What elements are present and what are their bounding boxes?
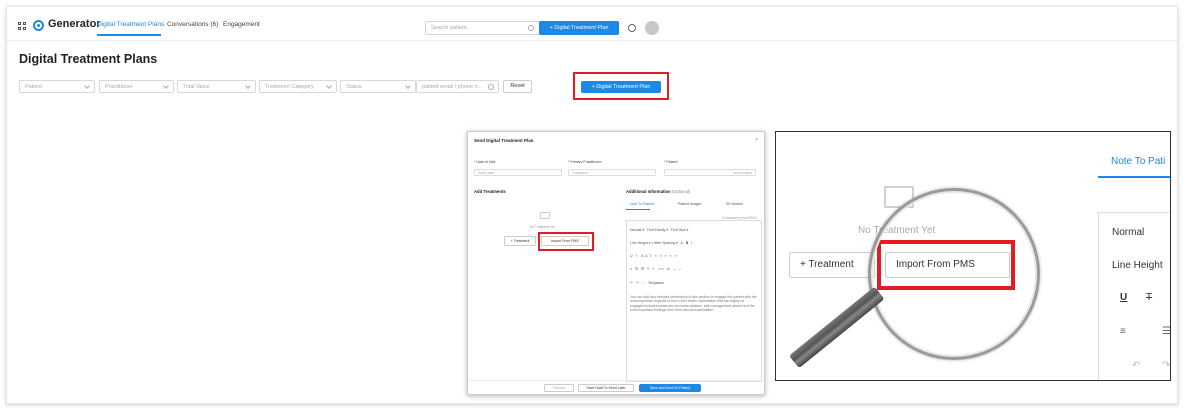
- strikethrough-icon[interactable]: T: [1146, 292, 1152, 303]
- add-treatments-heading: Add Treatments: [474, 189, 506, 194]
- chevron-down-icon: [163, 83, 169, 89]
- search-input[interactable]: Search patient...: [425, 21, 541, 35]
- underline-icon[interactable]: U: [1120, 292, 1127, 303]
- zoom-tab-underline: [1098, 176, 1170, 178]
- redo-icon[interactable]: ↷: [1162, 360, 1170, 371]
- email-search-input[interactable]: patient email / phone n...: [416, 80, 499, 93]
- save-draft-button[interactable]: Save Draft To Send Later: [578, 384, 634, 392]
- send-plan-modal: Send Digital Treatment Plan × * Date of …: [467, 131, 765, 395]
- total-value-filter[interactable]: Total Value: [177, 80, 256, 93]
- undo-icon[interactable]: ↶: [1132, 360, 1140, 371]
- zoom-normal-select[interactable]: Normal: [1112, 227, 1144, 238]
- modal-scrollbar[interactable]: [764, 160, 765, 320]
- search-icon: [488, 84, 494, 90]
- tab-note-to-patient[interactable]: Note To Patient: [630, 202, 654, 206]
- patient-label: * Patient:: [664, 160, 679, 164]
- chevron-down-icon: [326, 83, 332, 89]
- patient-select[interactable]: select patient: [664, 169, 756, 176]
- practitioner-select[interactable]: Practitioner: [568, 169, 656, 176]
- nav-divider: [7, 40, 1177, 41]
- practitioner-placeholder: Practitioner: [572, 171, 589, 175]
- zoom-line-height-select[interactable]: Line Height: [1112, 260, 1163, 271]
- apps-grid-icon[interactable]: [18, 22, 26, 30]
- active-tab-underline: [97, 34, 161, 36]
- date-placeholder: Select date: [478, 171, 494, 175]
- align-icon[interactable]: ≡: [1120, 326, 1126, 337]
- highlight-box: [573, 72, 669, 100]
- screenshot-stage: Generator Digital Treatment Plans Conver…: [0, 0, 1186, 410]
- modal-title: Send Digital Treatment Plan: [474, 138, 534, 143]
- magnifier-lens-icon: [868, 188, 1040, 360]
- preview-button[interactable]: Preview: [544, 384, 574, 392]
- zoom-inset: Note To Pati No Treatment Yet + Treatmen…: [775, 131, 1171, 381]
- tab-conversations[interactable]: Conversations (6): [167, 21, 218, 28]
- search-icon: [528, 25, 534, 31]
- search-placeholder: Search patient...: [431, 25, 472, 31]
- note-body-text[interactable]: You can add any relevant information in …: [630, 295, 758, 313]
- gear-icon[interactable]: [628, 24, 636, 32]
- normal-select[interactable]: Normal: [630, 228, 641, 232]
- save-and-send-button[interactable]: Save and Send To Patient: [639, 384, 701, 392]
- toolbar-row-2: Line Height ▾ Letter Spacing ▾ A B I: [630, 241, 693, 245]
- import-highlight-box: [538, 232, 594, 251]
- treatment-category-filter-label: Treatment Category: [265, 84, 314, 90]
- email-search-placeholder: patient email / phone n...: [422, 84, 483, 90]
- app-window: Generator Digital Treatment Plans Conver…: [6, 6, 1178, 404]
- avatar[interactable]: [645, 21, 659, 35]
- page-title: Digital Treatment Plans: [19, 52, 158, 66]
- inbox-icon: [540, 212, 550, 219]
- close-icon[interactable]: ×: [755, 137, 758, 143]
- patient-filter-label: Patient: [25, 84, 43, 90]
- additional-info-heading: Additional Information (Optional): [626, 189, 690, 194]
- templates-button[interactable]: Templates: [648, 281, 664, 285]
- status-filter[interactable]: Status: [340, 80, 416, 93]
- chevron-down-icon: [405, 83, 411, 89]
- tab-engagement[interactable]: Engagement: [223, 21, 260, 28]
- chevron-down-icon: [245, 83, 251, 89]
- zoom-add-treatment-button[interactable]: + Treatment: [789, 252, 875, 278]
- practitioner-filter[interactable]: Practitioner: [99, 80, 174, 93]
- patient-placeholder: select patient: [733, 171, 752, 175]
- status-filter-label: Status: [346, 84, 362, 90]
- patient-filter[interactable]: Patient: [19, 80, 95, 93]
- font-family-select[interactable]: Font Family: [647, 228, 665, 232]
- letter-spacing-select[interactable]: Letter Spacing: [652, 241, 675, 245]
- tab-patient-images[interactable]: Patient Images: [678, 202, 701, 206]
- logo-icon: [33, 20, 44, 31]
- line-height-select[interactable]: Line Height: [630, 241, 648, 245]
- brand-name: Generator: [48, 18, 101, 30]
- toolbar-row-3: U T A A T ≡ ≡ ≡ ≡ ≡: [630, 254, 677, 258]
- new-plan-button-nav[interactable]: + Digital Treatment Plan: [539, 21, 619, 35]
- tab-3d-models[interactable]: 3D Models: [726, 202, 743, 206]
- tab-digital-treatment-plans[interactable]: Digital Treatment Plans: [97, 21, 164, 28]
- modal-footer: Preview Save Draft To Send Later Save an…: [468, 380, 764, 394]
- list-icon[interactable]: ☰: [1162, 326, 1170, 337]
- chevron-down-icon: [84, 83, 90, 89]
- date-label: * Date of Visit:: [474, 160, 497, 164]
- toolbar-row-5: ↶ ↷ ⛶ Templates: [630, 281, 664, 285]
- practitioner-filter-label: Practitioner: [105, 84, 133, 90]
- zoom-tab-note-to-patient[interactable]: Note To Pati: [1111, 156, 1165, 167]
- additional-info-label: Additional Information: [626, 189, 671, 194]
- treatment-category-filter[interactable]: Treatment Category: [259, 80, 337, 93]
- toolbar-row-4: ≡ ☰ ☰ ❝ ‹› ⊂⊃ ⊘ — ⌕: [630, 267, 682, 271]
- add-treatment-button[interactable]: + Treatment: [504, 236, 536, 246]
- practitioner-label: * Primary Practitioner:: [568, 160, 603, 164]
- empty-state-text: No Treatment Yet: [530, 225, 555, 229]
- optional-label: (Optional): [671, 189, 691, 194]
- total-value-filter-label: Total Value: [183, 84, 210, 90]
- toolbar-row-1: Normal ▾ Font Family ▾ Font Size ▾: [630, 228, 689, 232]
- reset-button[interactable]: Reset: [503, 80, 532, 93]
- font-size-select[interactable]: Font Size: [671, 228, 686, 232]
- modal-tab-underline: [626, 209, 650, 210]
- date-input[interactable]: Select date: [474, 169, 562, 176]
- magnifier-handle-icon: [788, 286, 885, 369]
